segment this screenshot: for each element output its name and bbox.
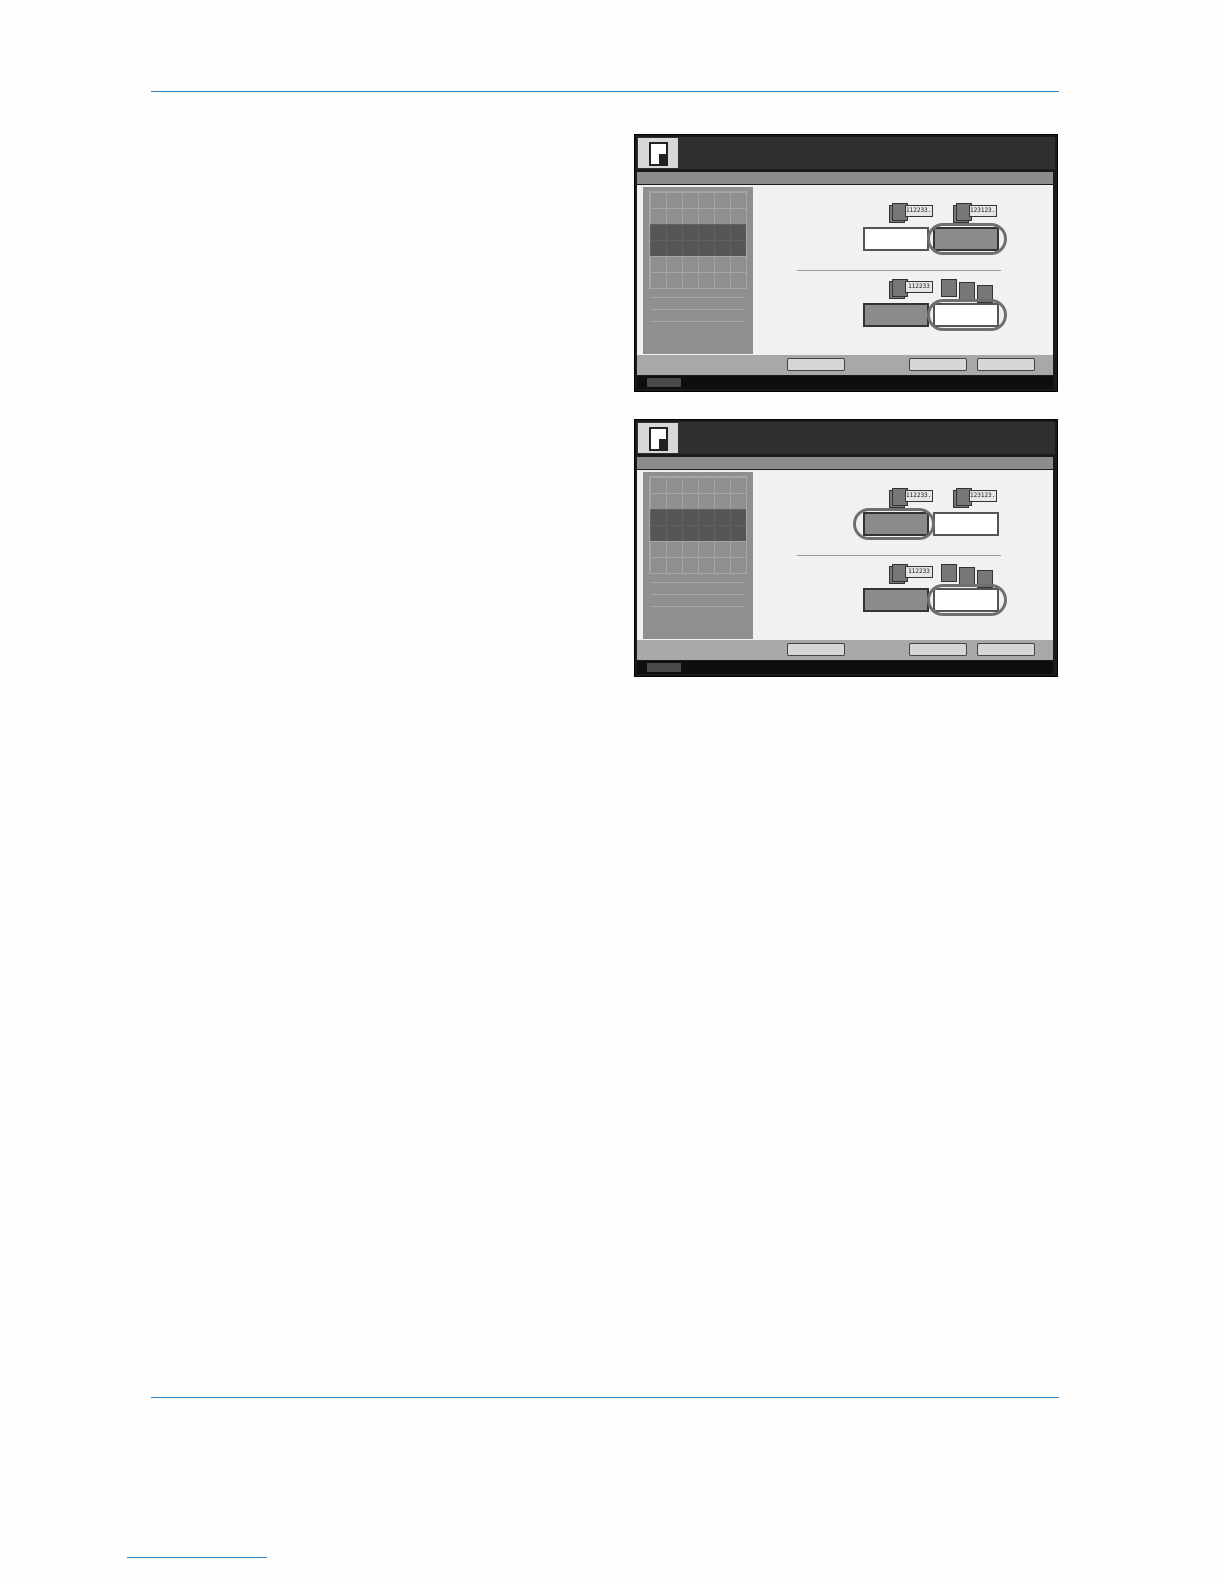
collate-on-button[interactable]: [933, 227, 999, 251]
add-shortcut-button[interactable]: [787, 643, 845, 656]
bottom-bar: [637, 355, 1053, 375]
preview-line: [651, 594, 745, 595]
collate-on-icon: 123123...: [953, 203, 997, 223]
offset-on-icon: [941, 564, 997, 588]
copy-document-icon: [638, 138, 678, 168]
collate-off-button[interactable]: [863, 227, 929, 251]
offset-off-button[interactable]: [863, 588, 929, 612]
offset-off-icon: 112233: [889, 564, 933, 584]
collate-on-button[interactable]: [933, 512, 999, 536]
cancel-button[interactable]: [909, 358, 967, 371]
preview-line: [651, 321, 745, 322]
preview-panel: [643, 187, 753, 354]
collate-off-button[interactable]: [863, 512, 929, 536]
offset-off-icon: 112233: [889, 279, 933, 299]
copy-document-icon: [638, 423, 678, 453]
offset-off-button[interactable]: [863, 303, 929, 327]
collate-off-icon: 112233...: [889, 203, 933, 223]
preview-line: [651, 297, 745, 298]
header-rule: [151, 91, 1059, 92]
preview-line: [651, 582, 745, 583]
offset-on-icon: [941, 279, 997, 303]
title-bar: [637, 422, 1055, 454]
footer-rule: [151, 1397, 1059, 1398]
title-bar: [637, 137, 1055, 169]
status-bar: [637, 661, 1053, 674]
status-tab: [647, 378, 681, 387]
preview-panel: [643, 472, 753, 639]
add-shortcut-button[interactable]: [787, 358, 845, 371]
cancel-button[interactable]: [909, 643, 967, 656]
sub-header-bar: [637, 172, 1053, 184]
status-tab: [647, 663, 681, 672]
preview-line: [651, 606, 745, 607]
panel-screenshot-1: 112233... 123123... 112233: [634, 134, 1058, 392]
bottom-bar: [637, 640, 1053, 660]
ok-button[interactable]: [977, 643, 1035, 656]
preview-grid: [649, 191, 747, 289]
offset-on-button[interactable]: [933, 588, 999, 612]
footer-link-underline[interactable]: [127, 1557, 267, 1558]
section-divider: [797, 270, 1001, 271]
settings-content: 112233... 123123... 112233: [637, 470, 1053, 640]
preview-grid: [649, 476, 747, 574]
sub-header-bar: [637, 457, 1053, 469]
collate-on-icon: 123123...: [953, 488, 997, 508]
preview-line: [651, 309, 745, 310]
panel-screenshot-2: 112233... 123123... 112233: [634, 419, 1058, 677]
settings-content: 112233... 123123... 112233: [637, 185, 1053, 355]
ok-button[interactable]: [977, 358, 1035, 371]
collate-off-icon: 112233...: [889, 488, 933, 508]
offset-on-button[interactable]: [933, 303, 999, 327]
section-divider: [797, 555, 1001, 556]
status-bar: [637, 376, 1053, 389]
